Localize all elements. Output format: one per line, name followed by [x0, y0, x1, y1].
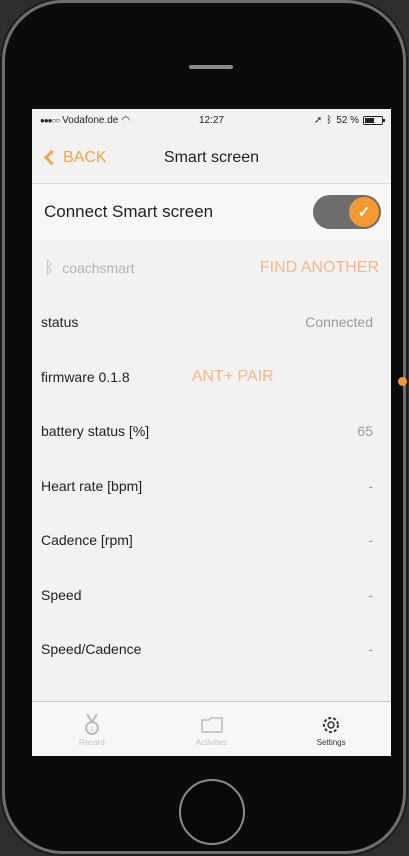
- bluetooth-icon: ᛒ: [44, 257, 55, 277]
- folder-icon: [200, 712, 224, 738]
- gear-icon: [321, 712, 341, 738]
- info-row-cadence: Cadence [rpm] -: [32, 513, 391, 568]
- row-value: -: [368, 641, 373, 658]
- medal-icon: 1: [82, 712, 102, 738]
- row-value: Connected: [305, 314, 373, 331]
- battery-percent: 52 %: [336, 115, 359, 126]
- row-value: -: [368, 477, 373, 494]
- row-label: battery status [%]: [41, 423, 150, 440]
- clock: 12:27: [199, 115, 225, 126]
- row-label: Speed: [41, 586, 82, 603]
- navigation-bar: BACK Smart screen: [32, 132, 391, 184]
- back-label: BACK: [63, 148, 107, 166]
- row-value: -: [368, 586, 373, 603]
- row-label: Heart rate [bpm]: [41, 477, 143, 494]
- info-row-battery: battery status [%] 65: [32, 404, 391, 459]
- signal-icon: ●●●○○: [40, 116, 60, 125]
- checkmark-icon: ✓: [349, 197, 379, 227]
- connect-smart-screen-row: Connect Smart screen ✓: [32, 184, 391, 240]
- tab-record[interactable]: 1 Record: [32, 702, 152, 756]
- row-label: Cadence [rpm]: [41, 532, 133, 549]
- back-button[interactable]: BACK: [42, 149, 107, 167]
- connect-toggle[interactable]: ✓: [313, 195, 381, 229]
- ant-pair-button[interactable]: ANT+ PAIR: [192, 368, 274, 386]
- info-row-firmware: firmware 0.1.8 ANT+ PAIR: [32, 350, 391, 405]
- row-label: Speed/Cadence: [41, 641, 142, 658]
- status-bar: ●●●○○ Vodafone.de ◠ 12:27 ➚ ᛒ 52 %: [32, 109, 391, 132]
- tab-bar: 1 Record Activities Settings: [32, 701, 391, 756]
- info-row-heart-rate: Heart rate [bpm] -: [32, 459, 391, 514]
- device-mockup: ●●●○○ Vodafone.de ◠ 12:27 ➚ ᛒ 52 % BACK …: [0, 0, 409, 856]
- info-row-speed-cadence: Speed/Cadence -: [32, 622, 391, 677]
- tab-label: Record: [78, 737, 105, 747]
- tab-label: Activities: [195, 737, 228, 747]
- bluetooth-status-icon: ᛒ: [326, 115, 333, 126]
- chevron-left-icon: [43, 149, 60, 166]
- row-label: firmware 0.1.8: [41, 368, 130, 385]
- home-button[interactable]: [179, 779, 245, 845]
- connect-label: Connect Smart screen: [44, 202, 214, 221]
- tab-settings[interactable]: Settings: [271, 702, 391, 756]
- annotation-dot: [398, 377, 407, 386]
- speaker-grille: [189, 65, 233, 69]
- info-row-speed: Speed -: [32, 568, 391, 623]
- carrier-name: Vodafone.de: [62, 115, 119, 126]
- find-another-button[interactable]: FIND ANOTHER: [260, 259, 379, 277]
- location-icon: ➚: [313, 115, 323, 126]
- row-label: status: [41, 314, 79, 331]
- device-row: ᛒ coachsmart FIND ANOTHER: [32, 240, 391, 295]
- row-value: -: [368, 532, 373, 549]
- info-row-status: status Connected: [32, 295, 391, 350]
- device-name: coachsmart: [62, 259, 135, 276]
- app-screen: ●●●○○ Vodafone.de ◠ 12:27 ➚ ᛒ 52 % BACK …: [32, 109, 391, 756]
- tab-activities[interactable]: Activities: [152, 702, 272, 756]
- battery-icon: [363, 116, 385, 125]
- svg-text:1: 1: [90, 726, 94, 733]
- wifi-icon: ◠: [121, 115, 131, 126]
- tab-label: Settings: [316, 737, 346, 747]
- row-value: 65: [357, 423, 373, 440]
